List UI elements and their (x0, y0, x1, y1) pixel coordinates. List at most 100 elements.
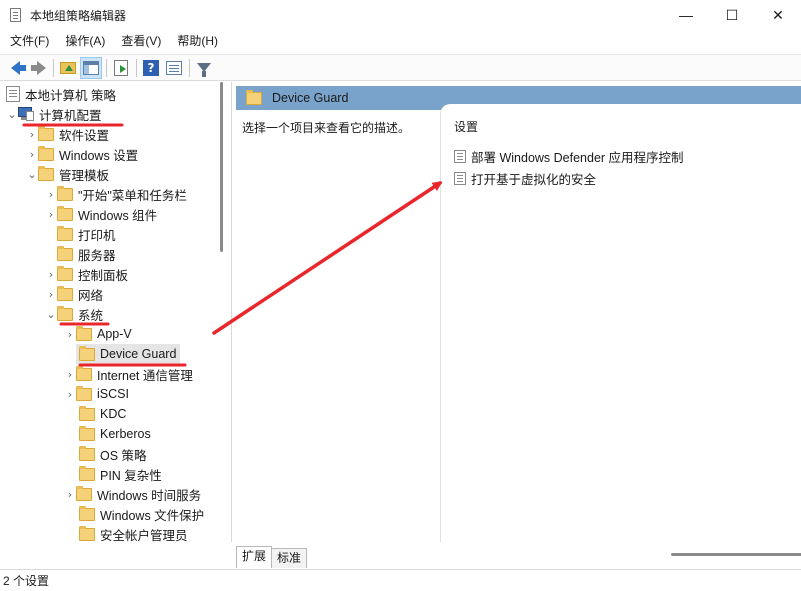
tree-item-appv[interactable]: › App-V (64, 324, 132, 344)
chevron-right-icon[interactable]: › (45, 284, 57, 304)
tree-vertical-scrollbar[interactable] (220, 82, 223, 252)
help-button[interactable]: ? (140, 57, 162, 79)
chevron-right-icon[interactable]: › (64, 384, 76, 404)
setting-item[interactable]: 打开基于虚拟化的安全 (454, 168, 596, 188)
tab-standard[interactable]: 标准 (271, 548, 308, 568)
tree-item-label: iSCSI (97, 387, 129, 401)
tree-item-windows-settings[interactable]: › Windows 设置 (26, 144, 138, 164)
tree-item-computer-config[interactable]: ⌄ 计算机配置 (6, 104, 102, 124)
folder-icon (57, 265, 73, 281)
tree-item-admin-templates[interactable]: ⌄ 管理模板 (26, 164, 109, 184)
tree-item-label: 打印机 (78, 228, 116, 243)
policy-setting-icon (454, 171, 466, 185)
tree-item-windows-time-service[interactable]: › Windows 时间服务 (64, 484, 201, 504)
tab-extended[interactable]: 扩展 (236, 546, 273, 568)
chevron-right-icon[interactable]: › (64, 324, 76, 344)
tree-item-label: OS 策略 (100, 448, 147, 463)
menu-help[interactable]: 帮助(H) (171, 30, 224, 52)
folder-icon (57, 205, 73, 221)
chevron-right-icon[interactable]: › (45, 264, 57, 284)
filter-button[interactable] (193, 57, 215, 79)
folder-icon (76, 365, 92, 381)
tree-item-label: 软件设置 (59, 128, 110, 143)
tree-item-label: 安全帐户管理员 (100, 528, 188, 543)
tree-item-system[interactable]: ⌄ 系统 (45, 304, 103, 324)
chevron-right-icon[interactable]: › (64, 484, 76, 504)
tree-item-label: KDC (100, 407, 127, 421)
tree-item-control-panel[interactable]: › 控制面板 (45, 264, 128, 284)
folder-icon (57, 245, 73, 261)
setting-item[interactable]: 部署 Windows Defender 应用程序控制 (454, 146, 684, 166)
policy-setting-icon (454, 149, 466, 163)
tree-item-kerberos[interactable]: Kerberos (79, 424, 151, 444)
settings-list[interactable]: 设置 部署 Windows Defender 应用程序控制 打开基于虚拟化的安全 (441, 104, 801, 556)
tree-item-kdc[interactable]: KDC (79, 404, 126, 424)
chevron-down-icon[interactable]: ⌄ (45, 304, 57, 324)
settings-column-header[interactable]: 设置 (454, 118, 478, 135)
folder-icon (57, 185, 73, 201)
details-body: 选择一个项目来查看它的描述。 设置 部署 Windows Defender 应用… (236, 104, 801, 556)
tree-item-label: 本地计算机 策略 (25, 88, 116, 103)
chevron-right-icon[interactable]: › (45, 184, 57, 204)
back-button[interactable] (4, 57, 26, 79)
tree-item-label: Kerberos (100, 427, 151, 441)
tree-item-network[interactable]: › 网络 (45, 284, 103, 304)
help-icon: ? (143, 59, 159, 76)
tree-item-label: 计算机配置 (39, 108, 102, 123)
tree-item-pin-complexity[interactable]: PIN 复杂性 (79, 464, 162, 484)
chevron-right-icon[interactable]: › (45, 204, 57, 224)
tree-item-windows-file-protection[interactable]: Windows 文件保护 (79, 504, 204, 524)
show-hide-tree-button[interactable] (80, 56, 102, 79)
chevron-right-icon[interactable]: › (26, 144, 38, 164)
export-list-button[interactable] (110, 57, 132, 79)
folder-icon (79, 425, 95, 441)
gpedit-app-icon (8, 7, 24, 23)
tree-item-windows-components[interactable]: › Windows 组件 (45, 204, 157, 224)
folder-icon (79, 465, 95, 481)
toolbar-separator (136, 58, 137, 77)
tree-item-label: 系统 (78, 308, 104, 323)
folder-icon (57, 225, 73, 241)
menu-file[interactable]: 文件(F) (4, 30, 55, 52)
settings-horizontal-scrollbar[interactable] (671, 553, 801, 556)
properties-button[interactable] (163, 57, 185, 79)
folder-icon (79, 525, 95, 541)
close-button[interactable]: ✕ (755, 0, 801, 30)
menu-view[interactable]: 查看(V) (115, 30, 167, 52)
chevron-down-icon[interactable]: ⌄ (26, 164, 38, 184)
properties-icon (166, 60, 182, 75)
tree-item-os-policy[interactable]: OS 策略 (79, 444, 147, 464)
policy-tree[interactable]: 本地计算机 策略 ⌄ 计算机配置 › 软件设置 › Windows 设置 ⌄ 管… (0, 82, 232, 542)
window-controls: — ☐ ✕ (663, 0, 801, 30)
menu-action[interactable]: 操作(A) (59, 30, 111, 52)
tree-item-printers[interactable]: 打印机 (57, 224, 116, 244)
tree-item-label: Internet 通信管理 (97, 368, 193, 383)
tree-item-label: PIN 复杂性 (100, 468, 162, 483)
status-text: 2 个设置 (3, 574, 50, 588)
folder-icon (79, 505, 95, 521)
chevron-right-icon[interactable]: › (26, 124, 38, 144)
maximize-button[interactable]: ☐ (709, 0, 755, 30)
tree-item-iscsi[interactable]: › iSCSI (64, 384, 129, 404)
tree-item-software-settings[interactable]: › 软件设置 (26, 124, 109, 144)
computer-icon (18, 107, 35, 121)
tree-item-device-guard[interactable]: Device Guard (76, 344, 181, 364)
chevron-right-icon[interactable]: › (64, 364, 76, 384)
forward-button[interactable] (27, 57, 49, 79)
folder-icon (76, 325, 92, 341)
tree-item-root[interactable]: 本地计算机 策略 (6, 84, 116, 104)
minimize-button[interactable]: — (663, 0, 709, 30)
up-level-button[interactable] (57, 57, 79, 79)
tree-item-servers[interactable]: 服务器 (57, 244, 116, 264)
menu-bar: 文件(F) 操作(A) 查看(V) 帮助(H) (0, 30, 801, 52)
folder-icon (57, 285, 73, 301)
tree-item-internet-communication[interactable]: › Internet 通信管理 (64, 364, 193, 384)
folder-icon (76, 485, 92, 501)
tree-item-label: Windows 设置 (59, 148, 139, 163)
tree-item-start-menu[interactable]: › "开始"菜单和任务栏 (45, 184, 187, 204)
tree-item-label: Windows 时间服务 (97, 488, 202, 503)
folder-icon (246, 89, 262, 105)
tree-item-security-account-manager[interactable]: 安全帐户管理员 (79, 524, 188, 542)
chevron-down-icon[interactable]: ⌄ (6, 104, 18, 124)
description-column: 选择一个项目来查看它的描述。 (236, 110, 441, 542)
